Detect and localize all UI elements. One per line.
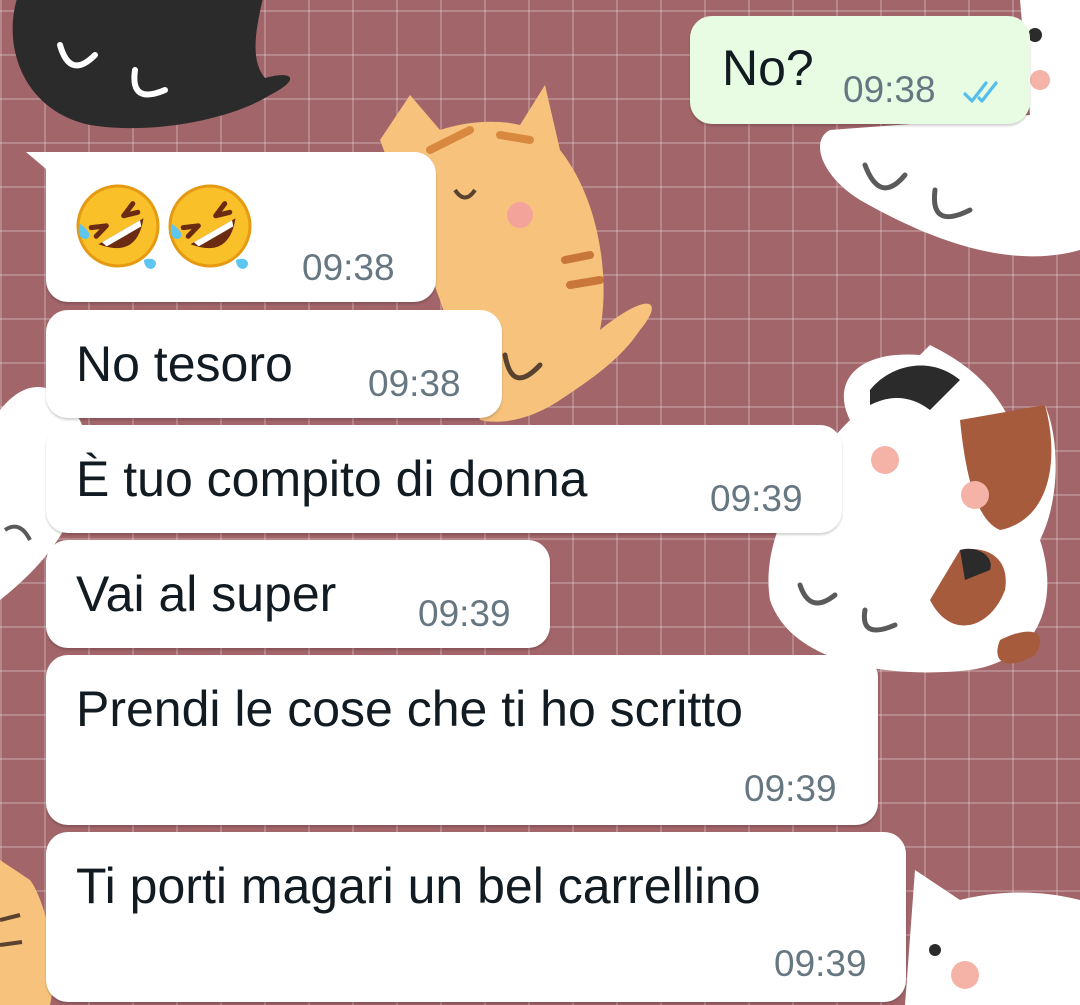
incoming-message-bubble[interactable]: Ti porti magari un bel carrellino 09:39 xyxy=(46,832,906,1002)
message-text: Vai al super xyxy=(76,566,337,622)
double-check-icon xyxy=(963,81,998,103)
message-time: 09:38 xyxy=(368,363,461,404)
incoming-message-bubble[interactable]: No tesoro 09:38 xyxy=(46,310,502,418)
message-time: 09:39 xyxy=(418,593,511,634)
message-time: 09:38 xyxy=(843,69,936,110)
message-text: Ti porti magari un bel carrellino xyxy=(76,858,761,914)
rolling-on-floor-laughing-emoji xyxy=(168,184,252,269)
outgoing-message-bubble[interactable]: No? 09:38 xyxy=(690,16,1030,124)
message-time: 09:38 xyxy=(302,247,395,288)
incoming-message-bubble[interactable]: Vai al super 09:39 xyxy=(46,540,550,648)
message-text: È tuo compito di donna xyxy=(76,451,588,507)
message-text: No tesoro xyxy=(76,336,293,392)
bubble-tail xyxy=(26,152,52,174)
message-text: Prendi le cose che ti ho scritto xyxy=(76,681,743,737)
message-time: 09:39 xyxy=(744,768,837,809)
incoming-message-bubble[interactable]: È tuo compito di donna 09:39 xyxy=(46,425,842,533)
chat-messages-area[interactable]: No? 09:38 09:38 No tesoro 09:38 È tuo co… xyxy=(0,0,1080,1005)
rolling-on-floor-laughing-emoji xyxy=(76,184,160,269)
message-time: 09:39 xyxy=(774,943,867,984)
incoming-message-bubble[interactable]: Prendi le cose che ti ho scritto 09:39 xyxy=(46,655,878,825)
message-text: No? xyxy=(722,40,814,96)
incoming-message-bubble[interactable]: 09:38 xyxy=(26,152,436,302)
message-time: 09:39 xyxy=(710,478,803,519)
